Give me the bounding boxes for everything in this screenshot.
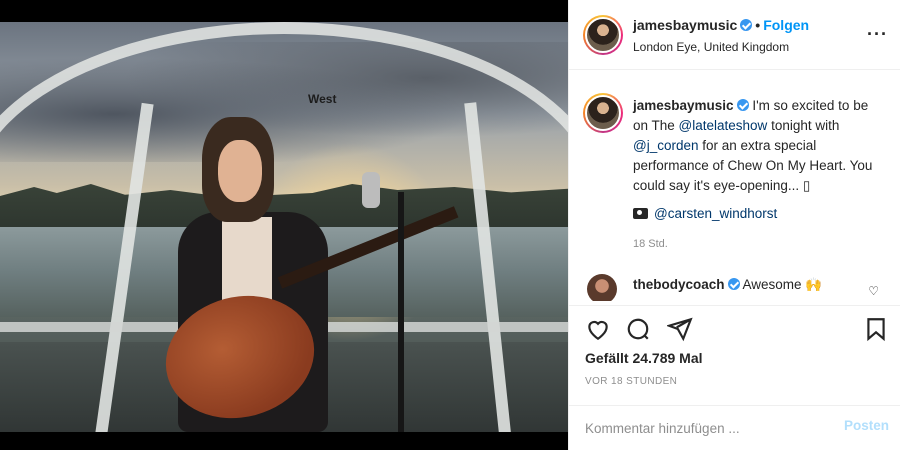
caption-avatar[interactable] [583, 93, 623, 133]
caption-age: 18 Std. [633, 238, 668, 250]
verified-icon [736, 99, 749, 111]
post-panel: jamesbaymusic • Folgen London Eye, United … [568, 0, 900, 450]
comment-like-icon[interactable]: ♡ [868, 284, 879, 298]
microphone [362, 172, 380, 208]
separator-dot: • [755, 17, 761, 33]
location-link[interactable]: London Eye, United Kingdom [633, 40, 789, 54]
mention-latelateshow[interactable]: @latelateshow [679, 118, 768, 133]
post-button[interactable]: Posten [844, 418, 889, 433]
commenter-username[interactable]: thebodycoach [633, 277, 725, 292]
share-icon[interactable] [667, 316, 693, 342]
like-icon[interactable] [585, 316, 611, 342]
mention-j-corden[interactable]: @j_corden [633, 138, 699, 153]
verified-icon [727, 278, 740, 290]
comment-input[interactable] [585, 418, 825, 438]
camera-icon [633, 208, 648, 219]
mention-carsten-windhorst[interactable]: @carsten_windhorst [654, 206, 777, 221]
west-sign: West [308, 92, 337, 106]
photo-credit: @carsten_windhorst [633, 206, 777, 221]
action-bar: Gefällt 24.789 Mal VOR 18 STUNDEN [569, 305, 900, 415]
caption-text: jamesbaymusic I'm so excited to be on Th… [633, 96, 883, 196]
author-line: jamesbaymusic • Folgen [633, 17, 809, 33]
bookmark-icon[interactable] [863, 316, 889, 342]
comment-icon[interactable] [625, 316, 651, 342]
more-icon[interactable]: ··· [867, 24, 888, 45]
comment-text: Awesome 🙌 [742, 277, 823, 292]
post-header: jamesbaymusic • Folgen London Eye, United … [569, 0, 900, 70]
caption-username[interactable]: jamesbaymusic [633, 98, 734, 113]
mic-stand [398, 192, 404, 432]
add-comment-bar: Posten [569, 405, 900, 450]
person-face [218, 140, 262, 202]
post-timestamp[interactable]: VOR 18 STUNDEN [585, 376, 677, 387]
verified-icon [740, 19, 753, 31]
comment-item: thebodycoach Awesome 🙌 [633, 277, 822, 293]
likes-count[interactable]: Gefällt 24.789 Mal [585, 350, 703, 366]
comments-section: jamesbaymusic I'm so excited to be on Th… [569, 71, 900, 301]
photo-scene: West [0, 22, 568, 432]
author-avatar[interactable] [583, 15, 623, 55]
author-username[interactable]: jamesbaymusic [633, 17, 737, 33]
commenter-avatar[interactable] [587, 274, 617, 301]
post-photo[interactable]: West [0, 0, 568, 450]
caption-part-2: tonight with [767, 118, 840, 133]
follow-button[interactable]: Folgen [763, 17, 809, 33]
